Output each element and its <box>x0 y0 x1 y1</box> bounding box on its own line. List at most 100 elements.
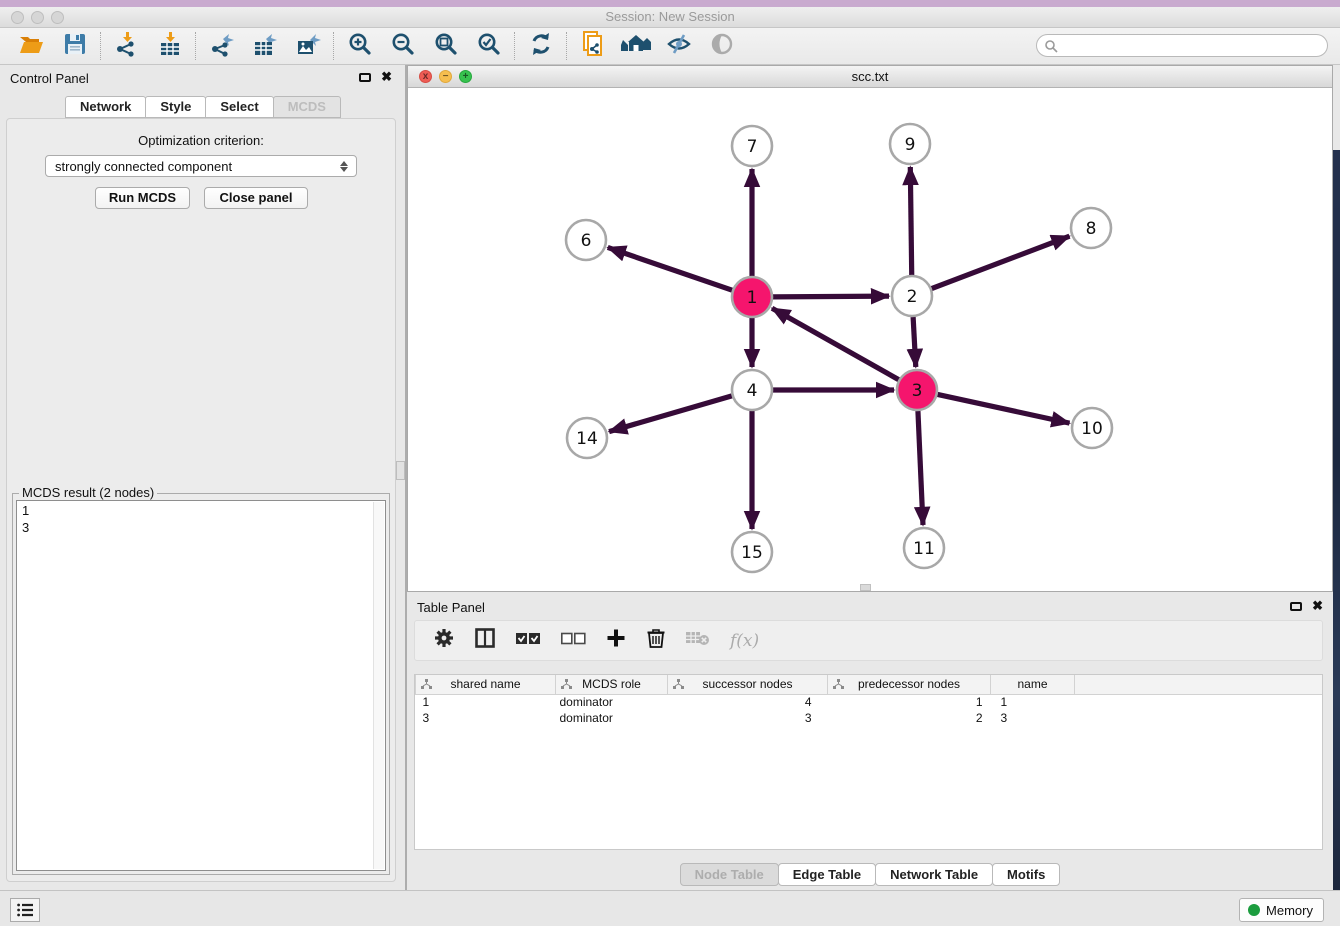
graph-edge-1-2[interactable] <box>773 296 889 297</box>
app-titlebar[interactable]: Session: New Session <box>0 7 1340 28</box>
deselect-all-button[interactable] <box>560 631 586 650</box>
graph-node-label: 8 <box>1086 219 1097 239</box>
toolbar-separator <box>566 32 567 60</box>
tab-edge-table[interactable]: Edge Table <box>778 863 876 886</box>
open-file-button[interactable] <box>10 31 53 61</box>
eye-icon <box>709 31 735 62</box>
table-row[interactable]: 1dominator411 <box>416 694 1323 710</box>
export-network-button[interactable] <box>200 31 243 61</box>
graph-edge-3-10[interactable] <box>938 394 1070 423</box>
graph-edge-3-1[interactable] <box>772 308 899 379</box>
table-cell[interactable]: 1 <box>416 694 556 710</box>
table-cell[interactable]: 1 <box>991 694 1075 710</box>
result-line: 3 <box>22 519 380 536</box>
graph-svg: 7968124314101511 <box>408 88 1332 591</box>
table-tabs: Node Table Edge Table Network Table Moti… <box>407 863 1333 886</box>
table-cell[interactable]: 2 <box>828 710 991 726</box>
result-scrollbar[interactable] <box>373 502 384 869</box>
function-builder-button[interactable]: f(x) <box>730 631 759 651</box>
column-header-successor-nodes[interactable]: successor nodes <box>668 675 828 694</box>
hide-panel-button[interactable] <box>657 31 700 61</box>
table-cell[interactable]: dominator <box>556 694 668 710</box>
close-panel-button[interactable]: Close panel <box>204 187 308 209</box>
control-panel: Control Panel ✖ Network Style Select MCD… <box>0 65 406 890</box>
tab-network-table[interactable]: Network Table <box>875 863 993 886</box>
table-cell[interactable]: 3 <box>991 710 1075 726</box>
show-graphics-button[interactable] <box>700 31 743 61</box>
tab-select[interactable]: Select <box>205 96 273 118</box>
clone-network-button[interactable] <box>571 31 614 61</box>
table-cell[interactable]: 3 <box>416 710 556 726</box>
list-icon <box>17 903 33 917</box>
graph-edge-2-3[interactable] <box>913 317 916 367</box>
open-folder-icon <box>18 32 45 61</box>
network-resize-grip[interactable] <box>860 584 871 591</box>
maximize-network-button[interactable]: + <box>459 70 472 83</box>
table-row[interactable]: 3dominator323 <box>416 710 1323 726</box>
tab-style[interactable]: Style <box>145 96 206 118</box>
tab-mcds[interactable]: MCDS <box>273 96 341 118</box>
network-window-title: scc.txt <box>408 66 1332 87</box>
run-mcds-button[interactable]: Run MCDS <box>95 187 190 209</box>
select-all-button[interactable] <box>515 631 541 650</box>
minimize-window-button[interactable] <box>31 11 44 24</box>
table-cell[interactable]: dominator <box>556 710 668 726</box>
column-header-shared-name[interactable]: shared name <box>416 675 556 694</box>
close-window-button[interactable] <box>11 11 24 24</box>
control-panel-title: Control Panel <box>10 71 89 86</box>
zoom-window-button[interactable] <box>51 11 64 24</box>
close-network-button[interactable]: x <box>419 70 432 83</box>
close-table-panel-icon[interactable]: ✖ <box>1312 600 1323 612</box>
graph-edge-2-8[interactable] <box>932 236 1070 288</box>
refresh-button[interactable] <box>519 31 562 61</box>
column-header-name[interactable]: name <box>991 675 1075 694</box>
search-field[interactable] <box>1036 34 1328 57</box>
show-columns-button[interactable] <box>474 627 496 654</box>
table-cell[interactable]: 3 <box>668 710 828 726</box>
graph-edge-1-6[interactable] <box>608 247 732 290</box>
graph-edge-2-9[interactable] <box>910 167 911 275</box>
desktop-background-strip <box>1333 150 1340 926</box>
edges-layer <box>608 167 1070 529</box>
search-input[interactable] <box>1058 36 1327 55</box>
add-column-button[interactable] <box>605 627 627 654</box>
import-network-button[interactable] <box>105 31 148 61</box>
task-history-button[interactable] <box>10 898 40 922</box>
save-session-button[interactable] <box>53 31 96 61</box>
zoom-in-button[interactable] <box>338 31 381 61</box>
tab-motifs[interactable]: Motifs <box>992 863 1060 886</box>
column-header-mcds-role[interactable]: MCDS role <box>556 675 668 694</box>
delete-table-button[interactable] <box>685 629 711 652</box>
minimize-network-button[interactable]: − <box>439 70 452 83</box>
toolbar-separator <box>195 32 196 60</box>
graph-edge-4-14[interactable] <box>609 396 732 432</box>
table-cell[interactable]: 1 <box>828 694 991 710</box>
save-floppy-icon <box>63 32 87 61</box>
toolbar-separator <box>514 32 515 60</box>
result-line: 1 <box>22 502 380 519</box>
graph-canvas[interactable]: 7968124314101511 <box>408 88 1332 591</box>
zoom-fit-button[interactable] <box>424 31 467 61</box>
mcds-result-text[interactable]: 1 3 <box>16 500 386 871</box>
zoom-selected-button[interactable] <box>467 31 510 61</box>
close-panel-icon[interactable]: ✖ <box>381 71 392 83</box>
column-header-predecessor-nodes[interactable]: predecessor nodes <box>828 675 991 694</box>
graph-edge-3-11[interactable] <box>918 411 923 525</box>
table-cell[interactable]: 4 <box>668 694 828 710</box>
splitter-handle[interactable] <box>396 461 405 480</box>
home-layout-button[interactable] <box>614 31 657 61</box>
float-panel-icon[interactable] <box>359 73 371 82</box>
float-table-panel-icon[interactable] <box>1290 602 1302 611</box>
tab-network[interactable]: Network <box>65 96 146 118</box>
export-table-button[interactable] <box>243 31 286 61</box>
export-image-button[interactable] <box>286 31 329 61</box>
network-window-titlebar[interactable]: x − + scc.txt <box>408 66 1332 88</box>
delete-column-button[interactable] <box>646 627 666 654</box>
memory-button[interactable]: Memory <box>1239 898 1324 922</box>
import-table-button[interactable] <box>148 31 191 61</box>
table-settings-button[interactable] <box>433 627 455 654</box>
tab-node-table[interactable]: Node Table <box>680 863 779 886</box>
main-toolbar <box>0 28 1340 65</box>
zoom-out-button[interactable] <box>381 31 424 61</box>
criterion-dropdown[interactable]: strongly connected component <box>45 155 357 177</box>
